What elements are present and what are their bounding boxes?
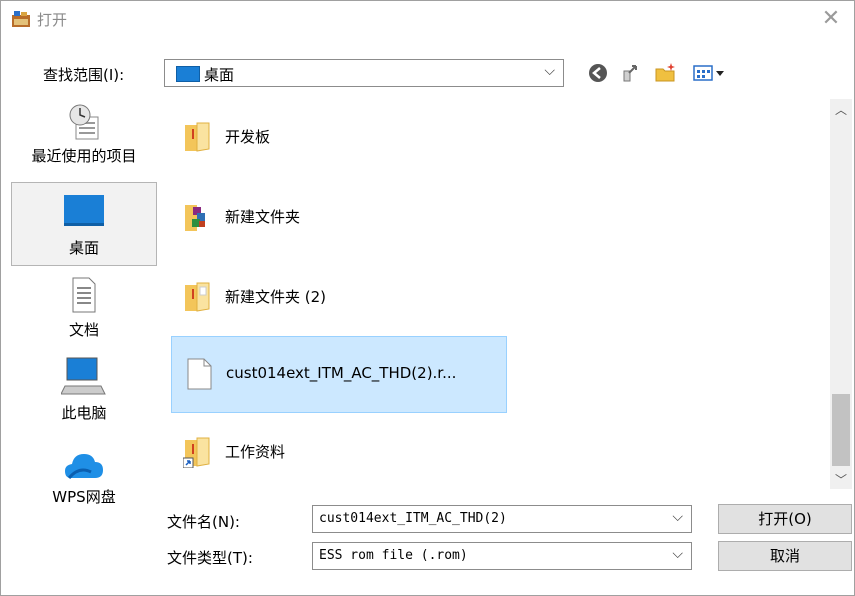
desktop-icon xyxy=(176,66,200,82)
place-label: 此电脑 xyxy=(61,404,107,422)
back-icon xyxy=(589,64,607,82)
list-item[interactable]: cust014ext_ITM_AC_THD(2).r... xyxy=(171,336,507,413)
filename-input[interactable]: cust014ext_ITM_AC_THD(2) ⌵ xyxy=(312,505,692,533)
file-name: 新建文件夹 xyxy=(225,208,301,226)
folder-shortcut-icon xyxy=(183,437,210,468)
place-label: 文档 xyxy=(68,321,99,339)
place-this-pc[interactable]: 此电脑 xyxy=(11,354,157,434)
place-documents[interactable]: 文档 xyxy=(11,271,157,347)
place-wps-cloud[interactable]: WPS网盘 xyxy=(11,444,157,520)
views-menu-icon xyxy=(693,65,724,81)
desktop-icon xyxy=(64,195,104,226)
close-button[interactable]: ✕ xyxy=(814,5,848,33)
up-folder-icon xyxy=(623,65,637,82)
recent-items-icon xyxy=(69,104,99,140)
open-button[interactable]: 打开(O) xyxy=(718,504,852,534)
place-desktop[interactable]: 桌面 xyxy=(11,182,157,266)
list-item[interactable]: 工作资料 xyxy=(171,414,507,491)
look-in-dropdown[interactable]: 桌面 ⌵ xyxy=(164,59,564,87)
computer-icon xyxy=(60,357,106,395)
documents-icon xyxy=(72,277,96,313)
list-item[interactable]: 新建文件夹 (2) xyxy=(171,259,507,336)
list-item[interactable]: 新建文件夹 xyxy=(171,179,507,256)
cloud-icon xyxy=(65,454,103,479)
views-menu-button[interactable] xyxy=(691,61,731,85)
chevron-down-icon[interactable]: ⌵ xyxy=(672,546,683,562)
look-in-value: 桌面 xyxy=(204,66,235,84)
up-folder-button[interactable] xyxy=(620,61,644,85)
scroll-thumb[interactable] xyxy=(832,394,850,466)
place-label: 桌面 xyxy=(68,239,99,257)
scroll-down-icon[interactable]: ﹀ xyxy=(830,471,852,487)
vertical-scrollbar[interactable]: ︿ ﹀ xyxy=(830,99,852,489)
filename-value: cust014ext_ITM_AC_THD(2) xyxy=(319,511,507,526)
window-title: 打开 xyxy=(37,11,68,29)
folder-icon xyxy=(185,122,210,152)
file-name: 开发板 xyxy=(225,128,271,146)
file-icon xyxy=(187,358,212,390)
chevron-down-icon[interactable]: ⌵ xyxy=(672,509,683,525)
folder-icon xyxy=(185,205,205,231)
file-name: 工作资料 xyxy=(225,443,286,461)
place-recent-items[interactable]: 最近使用的项目 xyxy=(11,101,157,177)
title-bar: 打开 ✕ xyxy=(1,1,854,37)
filetype-value: ESS rom file (.rom) xyxy=(319,548,468,563)
look-in-label: 查找范围(I): xyxy=(43,66,125,84)
place-label: WPS网盘 xyxy=(52,488,116,506)
chevron-down-icon: ⌵ xyxy=(544,63,555,79)
open-file-dialog: 打开 ✕ 查找范围(I): 桌面 ⌵ 最近使用的项目 桌面 文档 此电脑 WPS… xyxy=(0,0,855,596)
new-folder-icon xyxy=(655,63,675,82)
folder-icon xyxy=(185,282,210,312)
new-folder-button[interactable] xyxy=(654,61,678,85)
list-item[interactable]: 开发板 xyxy=(171,99,507,176)
filetype-label: 文件类型(T): xyxy=(167,549,253,567)
file-name: 新建文件夹 (2) xyxy=(225,288,327,306)
filename-label: 文件名(N): xyxy=(167,513,240,531)
back-button[interactable] xyxy=(586,61,610,85)
close-icon: ✕ xyxy=(821,6,841,31)
app-icon xyxy=(11,10,31,28)
scroll-up-icon[interactable]: ︿ xyxy=(830,101,852,117)
places-bar: 最近使用的项目 桌面 文档 此电脑 WPS网盘 xyxy=(11,99,158,593)
place-label: 最近使用的项目 xyxy=(31,147,137,165)
file-list[interactable]: 开发板 新建文件夹 新建文件夹 (2) cust014ext_ITM_AC_TH… xyxy=(164,99,854,489)
cancel-button[interactable]: 取消 xyxy=(718,541,852,571)
file-name: cust014ext_ITM_AC_THD(2).r... xyxy=(226,364,457,382)
filetype-dropdown[interactable]: ESS rom file (.rom) ⌵ xyxy=(312,542,692,570)
